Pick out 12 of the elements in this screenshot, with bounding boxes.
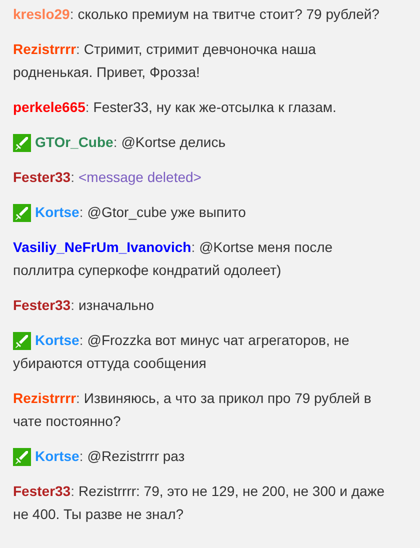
chat-message: Kortse: @Gtor_cube уже выпито [34,203,247,222]
chat-message: Kortse: @Rezistrrrr раз [34,447,186,466]
chat-message: Fester33: изначально [13,296,155,315]
chat-message: GTOr_Cube: @Kortse делись [34,133,227,152]
chat-message: Rezistrrrr: Извиняюсь, а что за прикол про 79 рублей в чате постоянно? [13,389,372,431]
chat-message: Vasiliy_NeFrUm_Ivanovich: @Kortse меня после поллитра суперкофе кондратий одолеет) [13,238,334,280]
chat-message: kreslo29: сколько премиум на твитче стоит? 79 рублей? [13,5,380,24]
chat-message: Fester33: Rezistrrrr: 79, это не 129, не 200, не 300 и даже не 400. Ты разве не знал? [13,482,386,524]
chat-message: perkele665: Fester33, ну как же-отсылка к глазам. [13,98,338,117]
chat-message: Fester33: <message deleted> [13,168,202,187]
chat-message: Rezistrrrr: Стримит, стримит девчоночка наша родненькая. Привет, Фрозза! [13,40,317,82]
chat-message: Kortse: @Frozzka вот минус чат агрегаторов, не убираются оттуда сообщения [13,331,350,373]
